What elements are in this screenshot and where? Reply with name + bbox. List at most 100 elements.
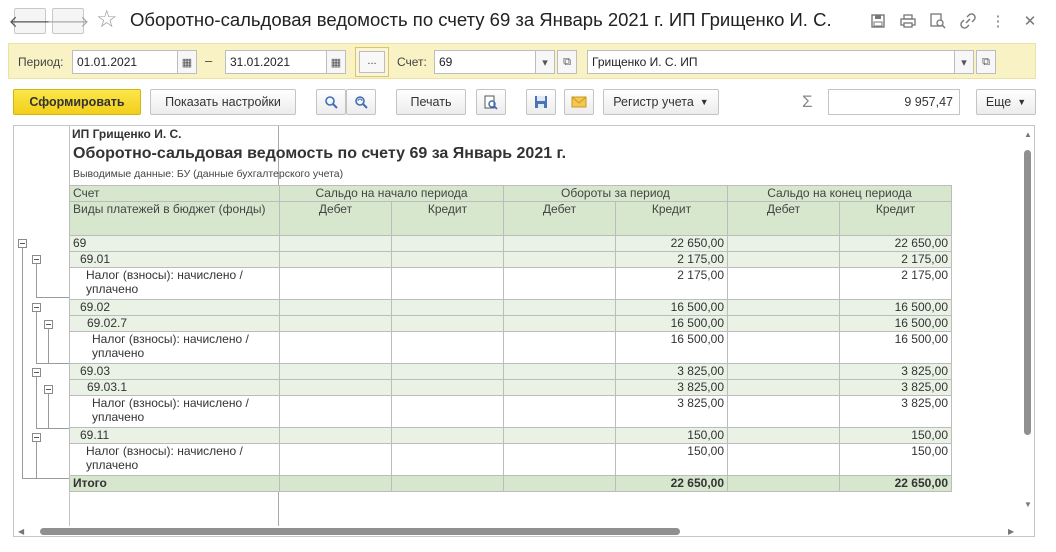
search-refresh-button[interactable] — [346, 89, 376, 115]
row-turnover-credit: 3 825,00 — [615, 363, 728, 380]
vertical-scroll-thumb[interactable] — [1024, 150, 1031, 435]
header-closing: Сальдо на конец периода — [727, 185, 952, 202]
account-input[interactable]: 69 — [434, 50, 536, 74]
tree-line — [22, 478, 69, 479]
sum-field: 9 957,47 — [828, 89, 960, 115]
table-row[interactable]: 69.02 16 500,00 16 500,00 — [69, 299, 952, 316]
empty-cell — [279, 475, 392, 492]
row-closing-credit: 2 175,00 — [839, 251, 952, 268]
arrow-right-icon: 🡒 — [46, 13, 90, 31]
print-icon[interactable] — [898, 11, 918, 31]
total-turnover-credit: 22 650,00 — [615, 475, 728, 492]
header-turnover-debit: Дебет — [503, 201, 616, 236]
save-icon — [535, 96, 547, 108]
favorite-star-icon[interactable]: ☆ — [96, 6, 118, 34]
row-closing-credit: 16 500,00 — [839, 299, 952, 316]
empty-cell — [279, 235, 392, 252]
collapse-toggle-icon[interactable] — [32, 303, 41, 312]
collapse-toggle-icon[interactable] — [18, 239, 27, 248]
table-row[interactable]: 69.03.1 3 825,00 3 825,00 — [69, 379, 952, 396]
close-icon[interactable]: ✕ — [1020, 11, 1040, 31]
row-turnover-credit: 150,00 — [615, 443, 728, 476]
row-closing-credit: 2 175,00 — [839, 267, 952, 300]
scroll-up-icon[interactable]: ▲ — [1024, 130, 1032, 139]
collapse-toggle-icon[interactable] — [44, 385, 53, 394]
organization-open-button[interactable]: ⧉ — [976, 50, 996, 74]
calendar-from-button[interactable]: ▦ — [177, 50, 197, 74]
forward-button[interactable]: 🡒 — [47, 8, 89, 34]
header-opening-credit: Кредит — [391, 201, 504, 236]
generate-button[interactable]: Сформировать — [13, 89, 141, 115]
row-closing-credit: 3 825,00 — [839, 363, 952, 380]
save-icon[interactable] — [868, 11, 888, 31]
header-subconto: Виды платежей в бюджет (фонды) — [69, 201, 280, 236]
preview-button[interactable] — [476, 89, 506, 115]
table-row[interactable]: 69.01 2 175,00 2 175,00 — [69, 251, 952, 268]
register-button[interactable]: Регистр учета ▼ — [603, 89, 719, 115]
table-row[interactable]: Налог (взносы): начислено / уплачено 16 … — [69, 331, 952, 364]
table-row[interactable]: 69.03 3 825,00 3 825,00 — [69, 363, 952, 380]
header-closing-credit: Кредит — [839, 201, 952, 236]
date-from-input[interactable]: 01.01.2021 — [72, 50, 178, 74]
more-button-label: Еще — [985, 95, 1012, 109]
row-subconto: Налог (взносы): начислено / уплачено — [69, 267, 280, 300]
organization-input[interactable]: Грищенко И. С. ИП — [587, 50, 955, 74]
empty-cell — [727, 235, 840, 252]
horizontal-scroll-thumb[interactable] — [40, 528, 680, 535]
header-opening: Сальдо на начало периода — [279, 185, 504, 202]
more-button[interactable]: Еще ▼ — [976, 89, 1036, 115]
link-icon[interactable] — [958, 11, 978, 31]
period-select-button[interactable]: ... — [355, 47, 389, 77]
empty-cell — [279, 379, 392, 396]
organization-dropdown-button[interactable]: ▾ — [954, 50, 974, 74]
header-turnover: Обороты за период — [503, 185, 728, 202]
empty-cell — [503, 331, 616, 364]
save-button[interactable] — [526, 89, 556, 115]
empty-cell — [727, 443, 840, 476]
header-closing-debit: Дебет — [727, 201, 840, 236]
table-row[interactable]: 69.11 150,00 150,00 — [69, 427, 952, 444]
empty-cell — [503, 379, 616, 396]
email-button[interactable] — [564, 89, 594, 115]
collapse-toggle-icon[interactable] — [32, 368, 41, 377]
empty-cell — [279, 299, 392, 316]
tree-line — [36, 312, 37, 363]
report-table: Счет Сальдо на начало периода Обороты за… — [69, 185, 952, 492]
empty-cell — [391, 443, 504, 476]
print-button[interactable]: Печать — [396, 89, 466, 115]
empty-cell — [391, 427, 504, 444]
header-account: Счет — [69, 185, 280, 202]
table-row[interactable]: 69.02.7 16 500,00 16 500,00 — [69, 315, 952, 332]
account-dropdown-button[interactable]: ▾ — [535, 50, 555, 74]
collapse-toggle-icon[interactable] — [32, 433, 41, 442]
account-open-button[interactable]: ⧉ — [557, 50, 577, 74]
row-turnover-credit: 3 825,00 — [615, 379, 728, 396]
date-to-input[interactable]: 31.01.2021 — [225, 50, 327, 74]
scroll-left-icon[interactable]: ◀ — [18, 527, 24, 536]
scroll-right-icon[interactable]: ▶ — [1008, 527, 1014, 536]
empty-cell — [391, 379, 504, 396]
more-vertical-icon[interactable]: ⋮ — [988, 11, 1008, 31]
tree-line — [48, 394, 49, 428]
window-title: Оборотно-сальдовая ведомость по счету 69… — [130, 9, 832, 30]
search-button[interactable] — [316, 89, 346, 115]
show-settings-button[interactable]: Показать настройки — [150, 89, 296, 115]
total-row[interactable]: Итого 22 650,00 22 650,00 — [69, 475, 952, 492]
empty-cell — [727, 363, 840, 380]
back-button[interactable]: 🡐 — [9, 8, 51, 34]
empty-cell — [503, 363, 616, 380]
preview-icon[interactable] — [928, 11, 948, 31]
empty-cell — [279, 363, 392, 380]
calendar-to-button[interactable]: ▦ — [326, 50, 346, 74]
tree-line — [36, 377, 37, 428]
vertical-scrollbar[interactable]: ▲ ▼ — [1022, 130, 1032, 530]
table-row[interactable]: Налог (взносы): начислено / уплачено 3 8… — [69, 395, 952, 428]
tree-line — [36, 363, 69, 364]
scroll-down-icon[interactable]: ▼ — [1024, 500, 1032, 509]
collapse-toggle-icon[interactable] — [44, 320, 53, 329]
table-row[interactable]: 69 22 650,00 22 650,00 — [69, 235, 952, 252]
table-row[interactable]: Налог (взносы): начислено / уплачено 150… — [69, 443, 952, 476]
empty-cell — [391, 331, 504, 364]
collapse-toggle-icon[interactable] — [32, 255, 41, 264]
table-row[interactable]: Налог (взносы): начислено / уплачено 2 1… — [69, 267, 952, 300]
